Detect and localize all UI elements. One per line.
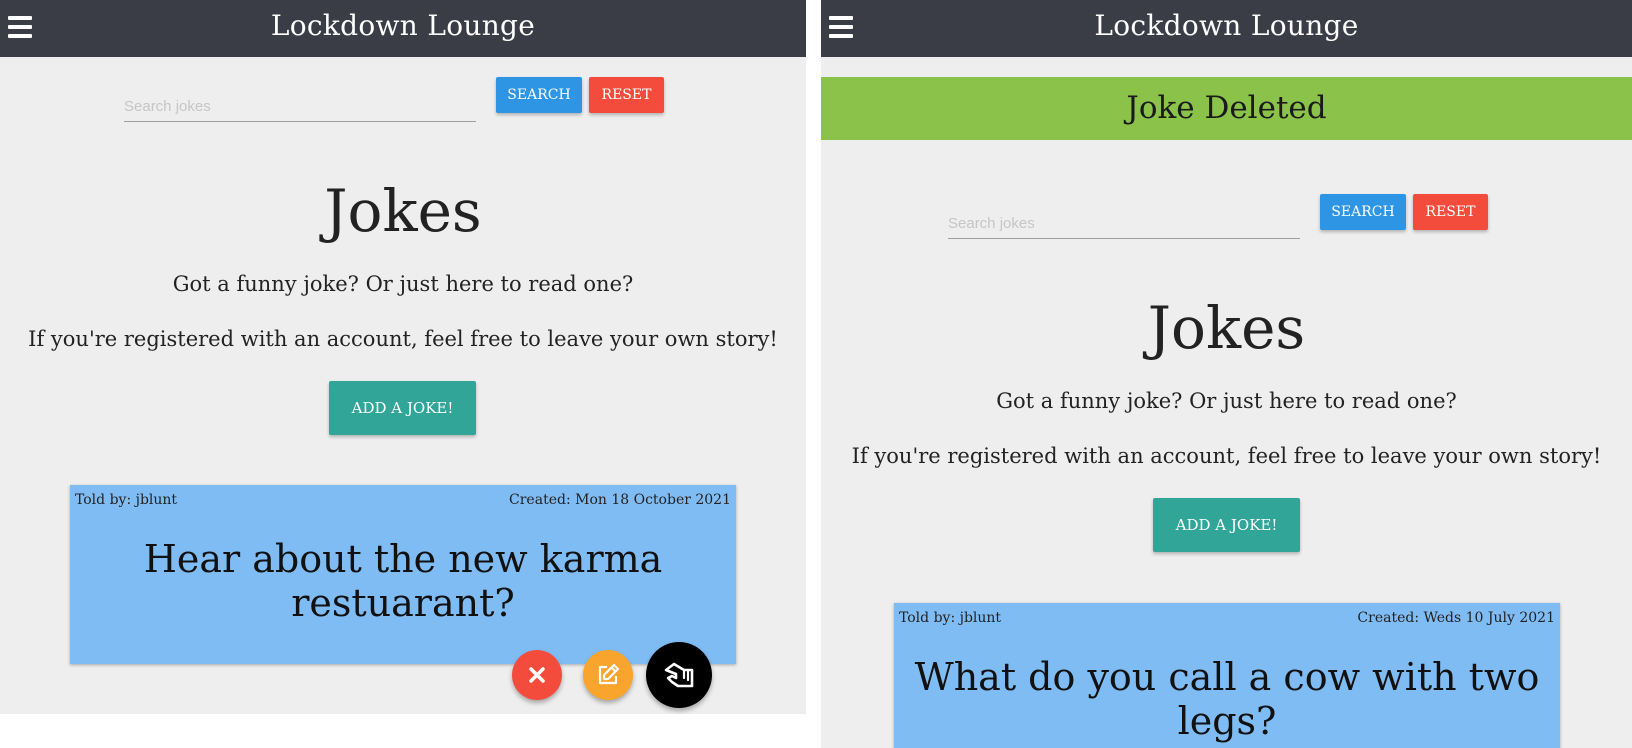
search-button[interactable]: Search <box>1320 194 1406 230</box>
hand-pointer-icon <box>664 662 694 688</box>
joke-created-date: Created: Mon 18 October 2021 <box>509 492 731 508</box>
close-icon <box>529 667 545 683</box>
joke-card: Told by: jblunt Created: Mon 18 October … <box>70 485 736 664</box>
search-input[interactable] <box>948 209 1300 239</box>
page-subtitle: Got a funny joke? Or just here to read o… <box>996 389 1457 413</box>
navbar: Lockdown Lounge <box>821 0 1632 57</box>
page-title: Jokes <box>324 177 482 245</box>
joke-author: Told by: jblunt <box>75 492 178 508</box>
search-input[interactable] <box>124 92 476 122</box>
delete-joke-button[interactable] <box>512 650 562 700</box>
joke-created-date: Created: Weds 10 July 2021 <box>1357 610 1555 626</box>
search-button[interactable]: Search <box>496 77 582 113</box>
page-description: If you're registered with an account, fe… <box>851 444 1602 468</box>
add-joke-button[interactable]: Add a joke! <box>329 381 476 435</box>
edit-icon <box>598 663 620 685</box>
navbar: Lockdown Lounge <box>0 0 806 57</box>
joke-text: Hear about the new karma restuarant? <box>143 537 663 625</box>
reset-button[interactable]: Reset <box>1413 194 1488 230</box>
page-title: Jokes <box>1147 294 1306 362</box>
screen-joke-list: Lockdown Lounge Search Reset Jokes Got a… <box>0 0 806 714</box>
actions-toggle-button[interactable] <box>646 642 712 708</box>
page-description: If you're registered with an account, fe… <box>28 327 778 351</box>
joke-deleted-alert: Joke Deleted <box>821 77 1632 140</box>
screen-joke-deleted: Lockdown Lounge Joke Deleted Search Rese… <box>821 0 1632 748</box>
brand-title[interactable]: Lockdown Lounge <box>821 9 1632 42</box>
page-subtitle: Got a funny joke? Or just here to read o… <box>172 272 634 296</box>
joke-card: Told by: jblunt Created: Weds 10 July 20… <box>894 603 1560 748</box>
joke-text: What do you call a cow with two legs? <box>914 655 1540 743</box>
edit-joke-button[interactable] <box>583 650 633 700</box>
reset-button[interactable]: Reset <box>589 77 664 113</box>
joke-author: Told by: jblunt <box>899 610 1002 626</box>
add-joke-button[interactable]: Add a joke! <box>1153 498 1300 552</box>
brand-title[interactable]: Lockdown Lounge <box>0 9 806 42</box>
